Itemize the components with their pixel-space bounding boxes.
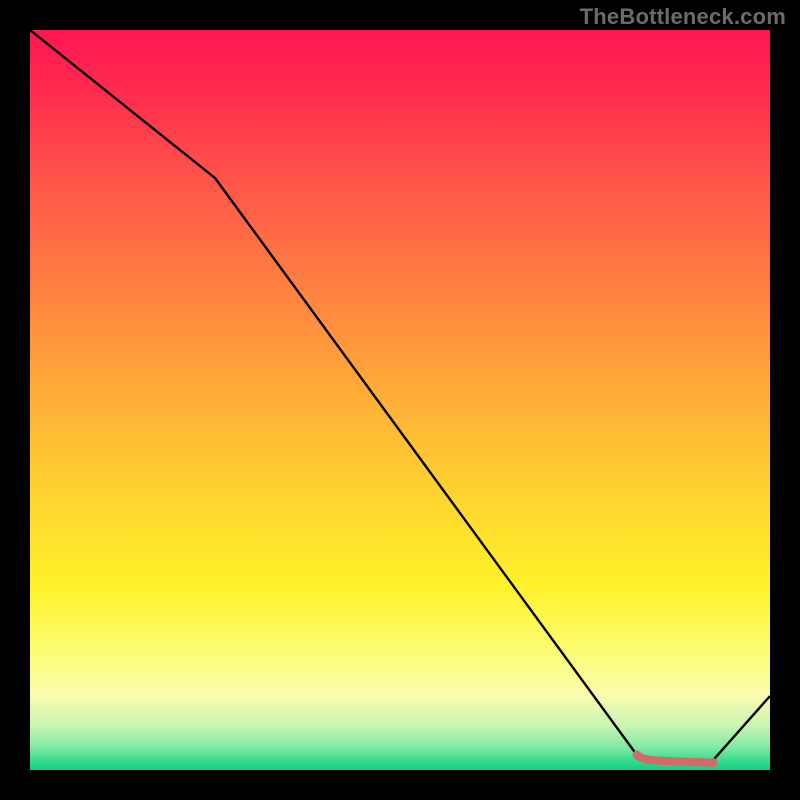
- attribution-label: TheBottleneck.com: [580, 4, 786, 30]
- highlight-optimal: [633, 751, 718, 768]
- chart-stage: TheBottleneck.com: [0, 0, 800, 800]
- chart-overlay: [30, 30, 770, 770]
- plot-area: [30, 30, 770, 770]
- main-curve: [30, 30, 770, 763]
